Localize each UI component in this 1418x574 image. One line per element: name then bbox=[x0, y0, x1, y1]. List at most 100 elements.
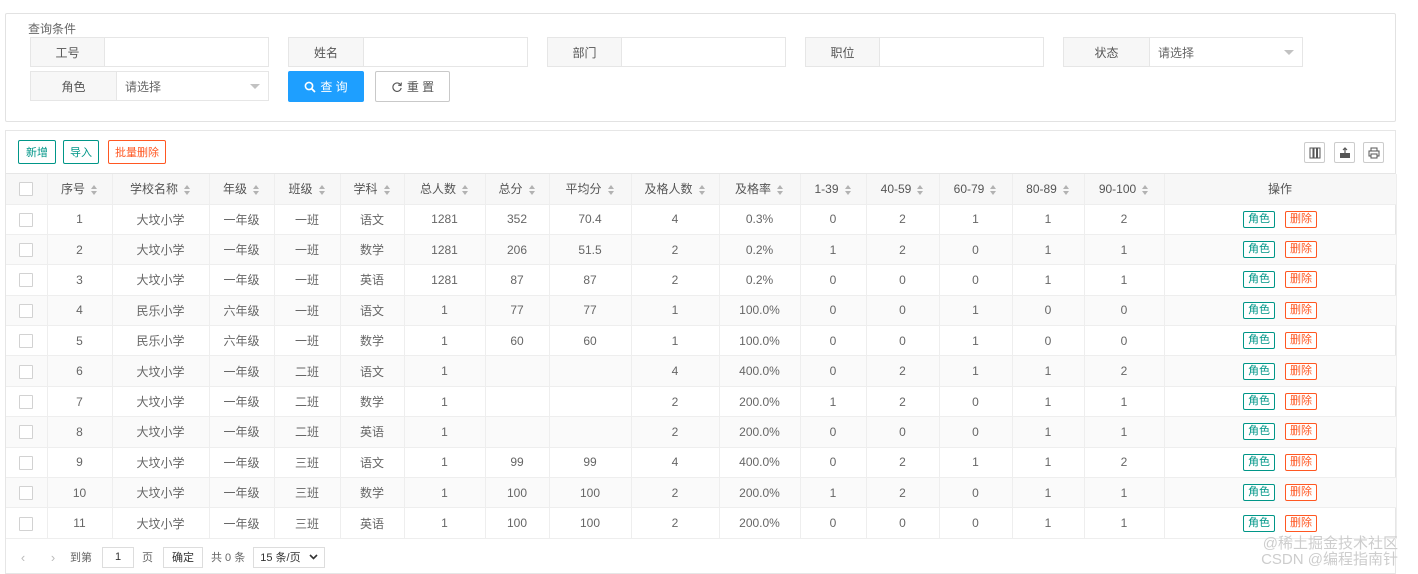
column-header-school[interactable]: 学校名称 bbox=[112, 174, 210, 205]
cell-grade: 一年级 bbox=[209, 447, 275, 479]
sort-icon[interactable] bbox=[91, 185, 98, 196]
sort-icon[interactable] bbox=[383, 185, 391, 196]
sort-icon[interactable] bbox=[917, 184, 924, 195]
status-select[interactable]: 请选择 bbox=[1150, 38, 1302, 66]
watermark: @稀土掘金技术社区 CSDN @编程指南针 bbox=[1261, 536, 1398, 568]
sort-icon[interactable] bbox=[1142, 184, 1149, 195]
columns-filter-button[interactable] bbox=[1304, 142, 1325, 163]
row-delete-button[interactable]: 删除 bbox=[1285, 393, 1317, 411]
sort-icon[interactable] bbox=[698, 185, 706, 196]
row-role-button[interactable]: 角色 bbox=[1243, 453, 1275, 471]
role-select[interactable]: 请选择 bbox=[117, 72, 268, 100]
sort-icon[interactable] bbox=[318, 185, 326, 196]
next-page-icon[interactable]: › bbox=[46, 550, 60, 565]
row-role-button[interactable]: 角色 bbox=[1243, 362, 1275, 380]
column-header-pass-count[interactable]: 及格人数 bbox=[631, 174, 720, 205]
cell-total-students: 1281 bbox=[404, 264, 486, 296]
sort-icon[interactable] bbox=[777, 185, 784, 196]
page-size-select[interactable]: 15 条/页 bbox=[253, 546, 325, 568]
column-header-subject[interactable]: 学科 bbox=[340, 174, 405, 205]
name-input[interactable] bbox=[364, 38, 527, 66]
row-delete-button[interactable]: 删除 bbox=[1285, 453, 1317, 471]
import-button[interactable]: 导入 bbox=[63, 140, 99, 164]
column-header-pass-rate[interactable]: 及格率 bbox=[719, 174, 801, 205]
row-role-button[interactable]: 角色 bbox=[1243, 210, 1275, 228]
goto-confirm-button[interactable]: 确定 bbox=[163, 546, 203, 568]
cell-actions: 角色 删除 bbox=[1164, 264, 1397, 296]
row-delete-button[interactable]: 删除 bbox=[1285, 332, 1317, 350]
sort-icon[interactable] bbox=[528, 185, 536, 196]
sort-icon[interactable] bbox=[462, 185, 469, 196]
row-checkbox[interactable] bbox=[19, 394, 34, 409]
row-checkbox[interactable] bbox=[19, 455, 34, 470]
job-no-input[interactable] bbox=[105, 38, 268, 66]
column-header-40-59[interactable]: 40-59 bbox=[866, 174, 940, 205]
row-delete-button[interactable]: 删除 bbox=[1285, 301, 1317, 319]
column-header-average[interactable]: 平均分 bbox=[549, 174, 632, 205]
row-role-button[interactable]: 角色 bbox=[1243, 271, 1275, 289]
row-checkbox[interactable] bbox=[19, 212, 34, 227]
cell-90-100: 1 bbox=[1084, 386, 1165, 418]
cell-pass-rate: 200.0% bbox=[719, 386, 801, 418]
column-header-1-39[interactable]: 1-39 bbox=[800, 174, 867, 205]
search-button[interactable]: 查 询 bbox=[288, 71, 364, 102]
sort-icon[interactable] bbox=[1062, 184, 1070, 195]
column-header-index[interactable]: 序号 bbox=[47, 174, 113, 205]
sort-icon[interactable] bbox=[184, 185, 191, 196]
row-role-button[interactable]: 角色 bbox=[1243, 514, 1275, 532]
row-checkbox[interactable] bbox=[19, 243, 34, 257]
row-checkbox[interactable] bbox=[19, 425, 34, 440]
position-input[interactable] bbox=[880, 38, 1043, 66]
cell-total-score: 352 bbox=[485, 204, 550, 235]
column-header-grade[interactable]: 年级 bbox=[209, 174, 275, 205]
row-checkbox[interactable] bbox=[19, 516, 34, 531]
batch-delete-button[interactable]: 批量删除 bbox=[108, 140, 166, 164]
cell-total-score: 100 bbox=[485, 477, 550, 509]
row-delete-button[interactable]: 删除 bbox=[1285, 271, 1317, 289]
cell-total-students: 1 bbox=[404, 386, 486, 418]
select-all-checkbox[interactable] bbox=[19, 182, 34, 197]
sort-icon[interactable] bbox=[990, 184, 997, 195]
column-header-80-89[interactable]: 80-89 bbox=[1012, 174, 1085, 205]
cell-pass-rate: 0.2% bbox=[719, 264, 801, 296]
row-delete-button[interactable]: 删除 bbox=[1285, 362, 1317, 380]
watermark-line-1: @稀土掘金技术社区 bbox=[1262, 535, 1398, 552]
row-checkbox[interactable] bbox=[19, 364, 34, 379]
page-number-input[interactable] bbox=[102, 546, 134, 568]
row-role-button[interactable]: 角色 bbox=[1243, 484, 1275, 502]
cell-40-59: 0 bbox=[866, 325, 940, 357]
dept-input[interactable] bbox=[622, 38, 785, 66]
export-button[interactable] bbox=[1334, 142, 1355, 163]
row-checkbox[interactable] bbox=[19, 273, 34, 288]
row-checkbox[interactable] bbox=[19, 334, 34, 349]
column-header-total-students[interactable]: 总人数 bbox=[404, 174, 486, 205]
caret-down-icon bbox=[1284, 49, 1294, 55]
add-button[interactable]: 新增 bbox=[18, 140, 56, 164]
cell-subject: 语文 bbox=[340, 204, 405, 235]
sort-icon[interactable] bbox=[844, 184, 852, 195]
row-role-button[interactable]: 角色 bbox=[1243, 332, 1275, 350]
row-role-button[interactable]: 角色 bbox=[1243, 393, 1275, 411]
row-role-button[interactable]: 角色 bbox=[1243, 423, 1275, 441]
column-header-60-79[interactable]: 60-79 bbox=[939, 174, 1013, 205]
role-select-value: 请选择 bbox=[125, 79, 162, 94]
row-delete-button[interactable]: 删除 bbox=[1285, 423, 1317, 441]
row-checkbox[interactable] bbox=[19, 303, 34, 318]
sort-icon[interactable] bbox=[253, 185, 260, 196]
column-header-class[interactable]: 班级 bbox=[274, 174, 341, 205]
column-header-90-100[interactable]: 90-100 bbox=[1084, 174, 1165, 205]
row-delete-button[interactable]: 删除 bbox=[1285, 241, 1317, 259]
sort-icon[interactable] bbox=[607, 185, 615, 196]
cell-pass-count: 4 bbox=[631, 447, 720, 479]
print-button[interactable] bbox=[1363, 142, 1384, 163]
prev-page-icon[interactable]: ‹ bbox=[16, 550, 30, 565]
column-header-total-score[interactable]: 总分 bbox=[485, 174, 550, 205]
row-delete-button[interactable]: 删除 bbox=[1285, 484, 1317, 502]
row-role-button[interactable]: 角色 bbox=[1243, 301, 1275, 319]
reset-button[interactable]: 重 置 bbox=[375, 71, 450, 102]
row-delete-button[interactable]: 删除 bbox=[1285, 514, 1317, 532]
name-field: 姓名 bbox=[288, 37, 528, 67]
row-role-button[interactable]: 角色 bbox=[1243, 241, 1275, 259]
row-delete-button[interactable]: 删除 bbox=[1285, 210, 1317, 228]
row-checkbox[interactable] bbox=[19, 486, 34, 501]
